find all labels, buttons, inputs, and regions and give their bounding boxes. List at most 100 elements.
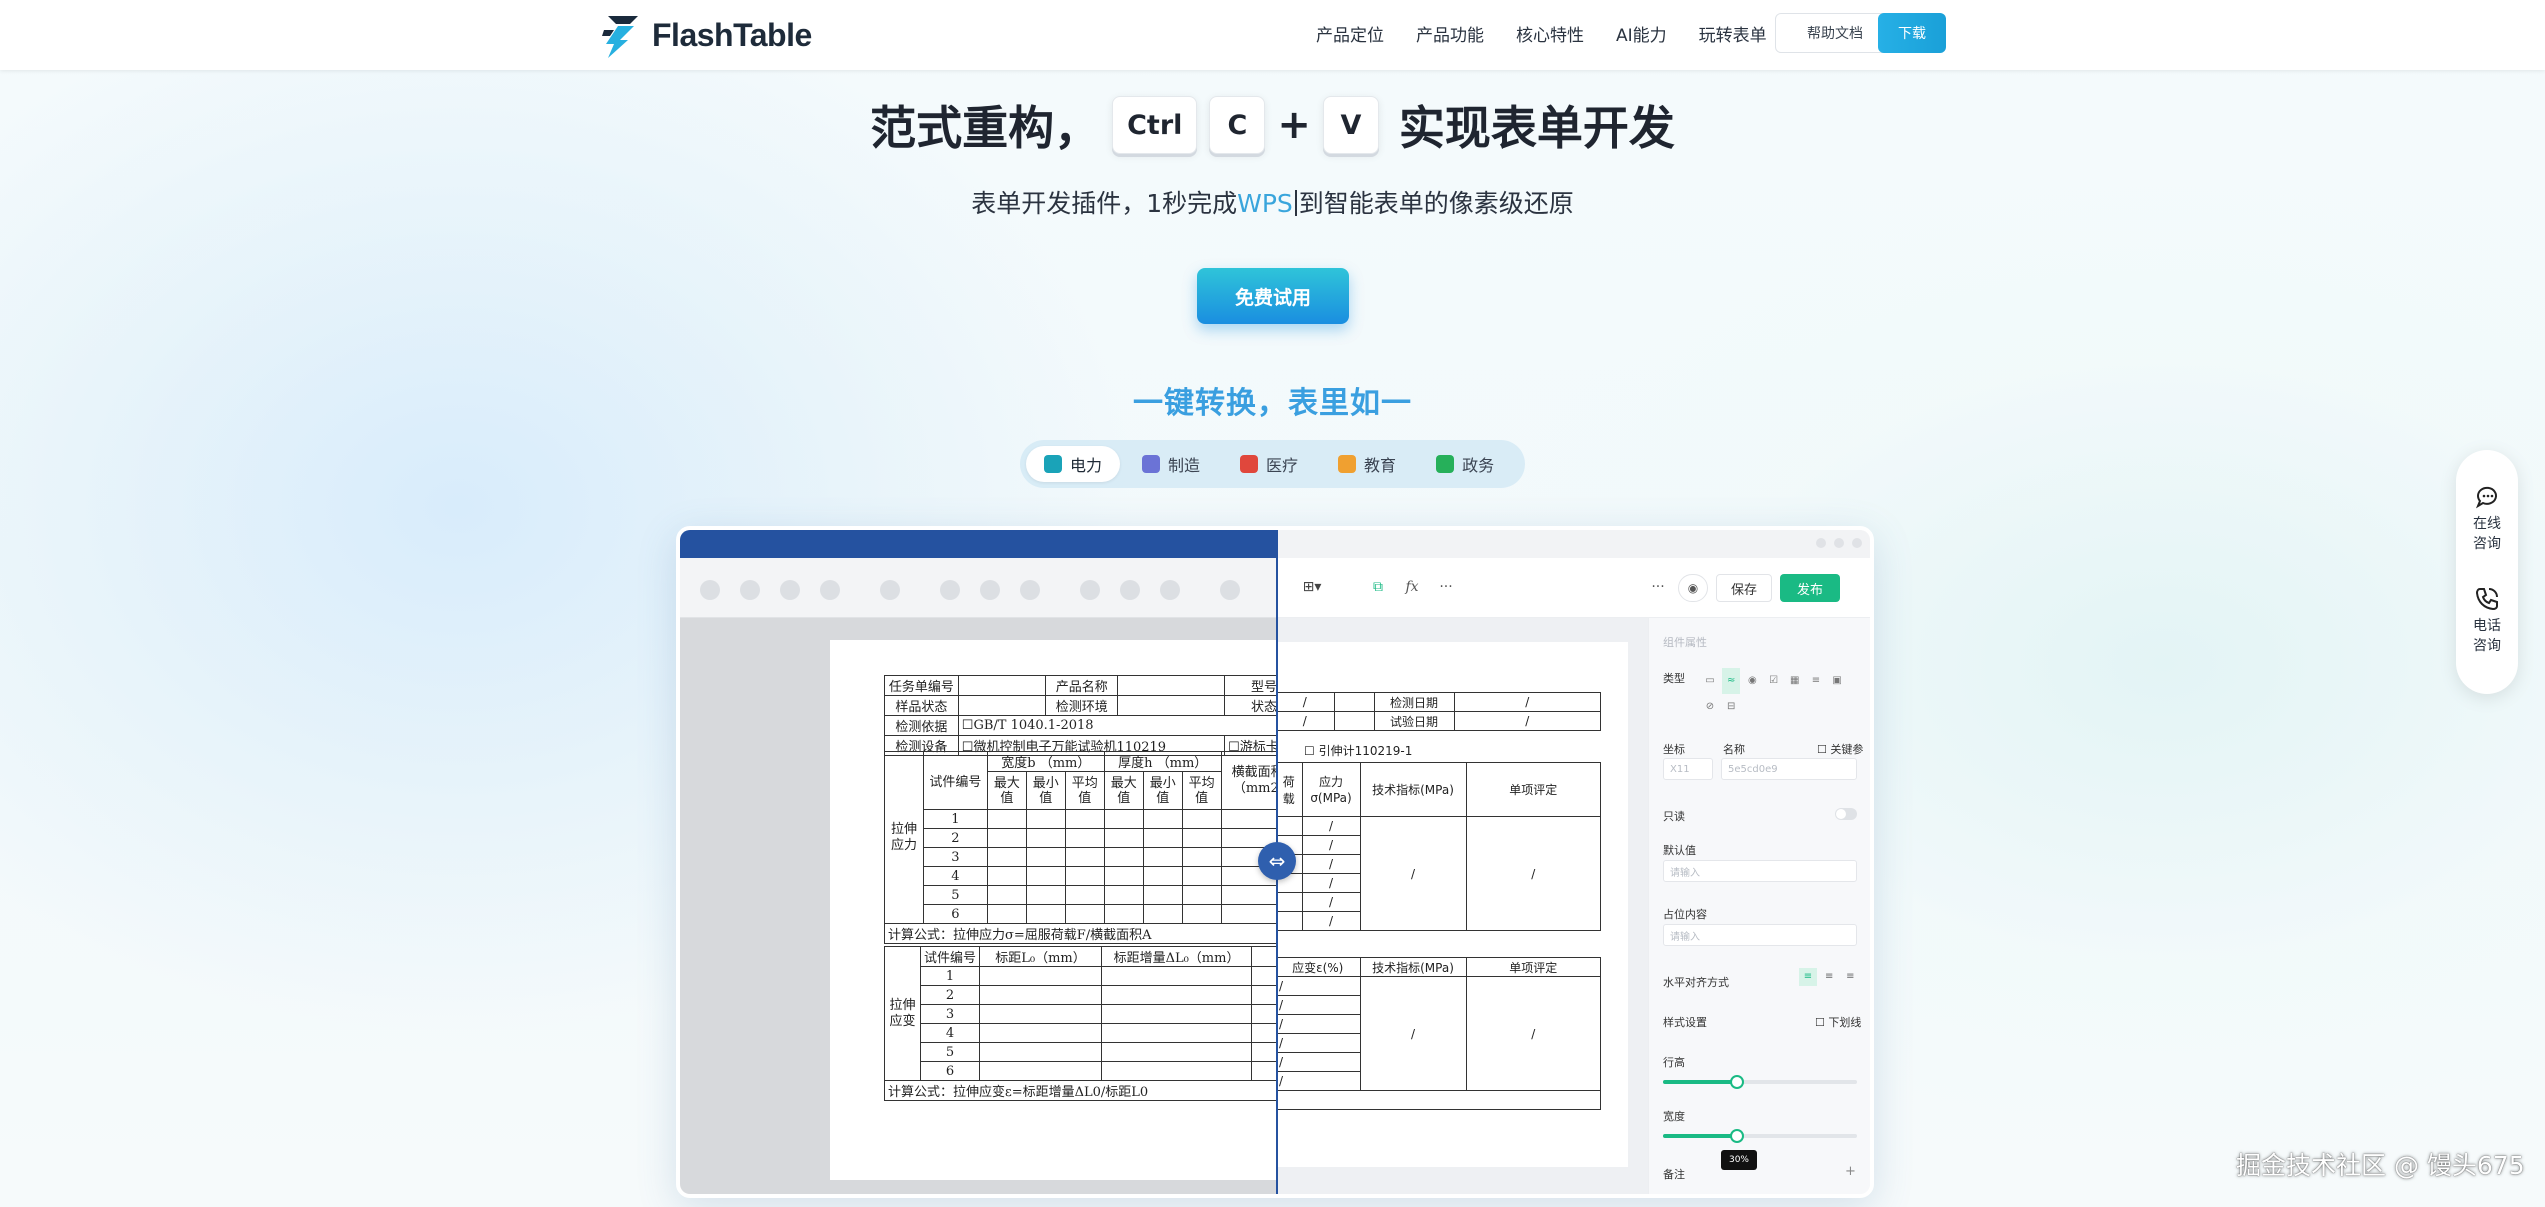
cell: 平均值 (1064, 771, 1105, 810)
more-icon[interactable]: ··· (1434, 572, 1458, 602)
form-canvas: / 检测日期 / / 试验日期 / ☐ 引伸计110219-1 荷载 应力σ(M… (1276, 618, 1648, 1194)
drag-compare-handle[interactable]: ⇔ (1258, 842, 1296, 880)
coord-field[interactable]: X11 (1663, 758, 1713, 780)
cell: / (1301, 892, 1361, 912)
readonly-toggle[interactable] (1835, 808, 1857, 820)
cell: / (1276, 1033, 1361, 1053)
phone-consult-button[interactable]: 电话 咨询 (2456, 586, 2518, 656)
nav-link-positioning[interactable]: 产品定位 (1300, 21, 1400, 46)
tab-manufacturing[interactable]: 制造 (1124, 446, 1218, 482)
cell: 2 (922, 828, 988, 848)
online-consult-button[interactable]: 在线 咨询 (2456, 484, 2518, 554)
cell: 最大值 (986, 771, 1027, 810)
cell: 试件编号 (919, 946, 981, 967)
type-image-icon[interactable]: ▣ (1828, 668, 1846, 694)
phone-line1: 电话 (2473, 618, 2501, 634)
cell: 4 (922, 866, 988, 886)
align-label: 水平对齐方式 (1663, 976, 1729, 989)
width-knob[interactable] (1730, 1129, 1744, 1143)
help-docs-button[interactable]: 帮助文档 (1775, 13, 1895, 53)
type-table-icon[interactable]: ⊟ (1722, 694, 1740, 720)
cell: 任务单编号 (884, 675, 959, 696)
toolbar-icon (1220, 580, 1240, 600)
remark-label: 备注 (1663, 1168, 1685, 1181)
cell: / (1276, 976, 1361, 996)
preview-eye-icon[interactable]: ◉ (1678, 574, 1708, 602)
type-select-icon[interactable]: ≡ (1807, 668, 1825, 694)
placeholder-input[interactable]: 请输入 (1663, 924, 1857, 946)
tab-government[interactable]: 政务 (1418, 446, 1512, 482)
hero-title-pre: 范式重构， (870, 101, 1101, 155)
nav-link-core[interactable]: 核心特性 (1500, 21, 1600, 46)
tab-medical[interactable]: 医疗 (1222, 446, 1316, 482)
align-left-icon[interactable]: ≡ (1799, 968, 1817, 986)
publish-button[interactable]: 发布 (1780, 574, 1840, 602)
cell: 检测环境 (1045, 695, 1118, 716)
subtitle-post: 到智能表单的像素级还原 (1298, 189, 1574, 218)
tab-education[interactable]: 教育 (1320, 446, 1414, 482)
table-grid-icon[interactable]: ⊞▾ (1290, 572, 1334, 602)
extensometer-label: ☐ 引伸计110219-1 (1304, 744, 1413, 758)
more-options-icon[interactable]: ··· (1646, 572, 1670, 602)
nav-link-features[interactable]: 产品功能 (1400, 21, 1500, 46)
underline-option[interactable]: ☐ 下划线 (1815, 1014, 1861, 1030)
formula-button[interactable]: fx (1400, 572, 1424, 602)
cell: / (1276, 1071, 1361, 1091)
wps-toolbar (680, 558, 1276, 618)
nav-links: 产品定位 产品功能 核心特性 AI能力 玩转表单 (1300, 0, 1783, 66)
align-center-icon[interactable]: ≡ (1820, 968, 1838, 986)
component-icon[interactable]: ⧉ (1366, 572, 1390, 602)
cell: / (1276, 692, 1335, 712)
row-height-knob[interactable] (1730, 1075, 1744, 1089)
cell: 标距增量ΔL₀（mm） (1101, 946, 1253, 967)
hero-title: 范式重构， Ctrl C + V 实现表单开发 (0, 92, 2545, 158)
window-dot (1816, 538, 1826, 548)
underline-text: 下划线 (1828, 1016, 1862, 1029)
top-nav: FlashTable 产品定位 产品功能 核心特性 AI能力 玩转表单 帮助文档… (0, 0, 2545, 70)
subtitle-pre: 表单开发插件，1秒完成 (971, 189, 1238, 218)
cell: 单项评定 (1465, 957, 1601, 977)
brand-logo[interactable]: FlashTable (600, 8, 812, 62)
type-radio-icon[interactable]: ◉ (1743, 668, 1761, 694)
default-input[interactable]: 请输入 (1663, 860, 1857, 882)
coord-label: 坐标 (1663, 743, 1685, 756)
cell: 5 (922, 885, 988, 905)
row-height-slider[interactable] (1663, 1075, 1857, 1089)
toolbar-icon (700, 580, 720, 600)
formula: 计算公式：拉伸应变ε=标距增量ΔL0/标距L0 (884, 1080, 1276, 1101)
nav-link-forms[interactable]: 玩转表单 (1683, 21, 1783, 46)
cell: 单项评定 (1465, 762, 1601, 817)
download-button[interactable]: 下载 (1878, 13, 1946, 53)
cell: / (1453, 692, 1601, 712)
key-c: C (1209, 96, 1266, 154)
readonly-label: 只读 (1663, 810, 1685, 823)
cell: / (1301, 854, 1361, 874)
brand-name: FlashTable (652, 16, 812, 53)
panel-title: 组件属性 (1663, 636, 1707, 649)
flashtable-toolbar: ⊞▾ ⧉ fx ··· ··· ◉ 保存 发布 (1276, 558, 1870, 618)
cell: / (1276, 1014, 1361, 1034)
type-checkbox-icon[interactable]: ☑ (1765, 668, 1783, 694)
save-button[interactable]: 保存 (1716, 574, 1772, 602)
type-link-icon[interactable]: ⊘ (1701, 694, 1719, 720)
cell: / (1301, 873, 1361, 893)
width-slider[interactable] (1663, 1129, 1857, 1143)
cell: 试件编号 (922, 751, 988, 810)
window-dot (1852, 538, 1862, 548)
align-right-icon[interactable]: ≡ (1841, 968, 1859, 986)
free-trial-button[interactable]: 免费试用 (1197, 268, 1349, 324)
cell: 1 (922, 809, 988, 829)
key-ctrl: Ctrl (1112, 96, 1198, 154)
tab-power[interactable]: 电力 (1026, 446, 1121, 482)
nav-link-ai[interactable]: AI能力 (1600, 21, 1683, 46)
name-field[interactable]: 5e5cd0e9 (1721, 758, 1857, 780)
flashtable-view: ⊞▾ ⧉ fx ··· ··· ◉ 保存 发布 / 检测日期 / / 试验日期 … (1276, 530, 1870, 1194)
toolbar-icon (1080, 580, 1100, 600)
type-formula-icon[interactable]: ≈ (1722, 668, 1741, 694)
style-label: 样式设置 (1663, 1016, 1707, 1029)
type-text-icon[interactable]: ▭ (1701, 668, 1719, 694)
width-tooltip: 30% (1721, 1150, 1757, 1170)
cell: ☐GB/T 1040.1-2018 (957, 715, 1276, 736)
type-date-icon[interactable]: ▦ (1786, 668, 1804, 694)
add-remark-icon[interactable]: + (1845, 1164, 1856, 1179)
